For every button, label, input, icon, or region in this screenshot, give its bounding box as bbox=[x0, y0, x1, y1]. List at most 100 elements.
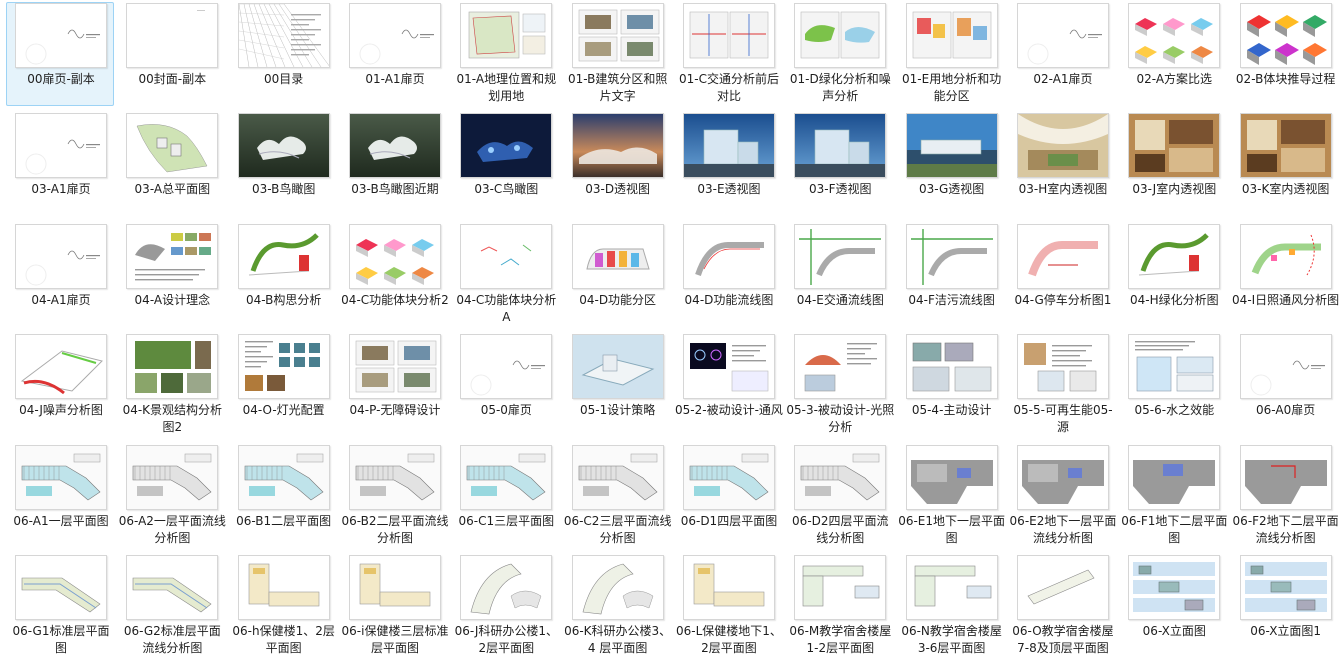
file-name[interactable]: 06-h保健楼1、2层平面图 bbox=[230, 623, 338, 657]
file-item[interactable]: 03-D透视图 bbox=[563, 112, 671, 216]
file-item[interactable]: 01-D绿化分析和噪声分析 bbox=[785, 2, 893, 106]
file-item[interactable]: 06-X立面图 bbox=[1119, 554, 1227, 658]
file-item[interactable]: 06-G2标准层平面流线分析图 bbox=[117, 554, 225, 658]
file-name[interactable]: 06-N教学宿舍楼屋3-6层平面图 bbox=[898, 623, 1006, 657]
file-thumbnail[interactable] bbox=[237, 113, 330, 179]
file-thumbnail[interactable] bbox=[1016, 334, 1109, 400]
file-name[interactable]: 02-A1扉页 bbox=[1009, 71, 1117, 88]
file-item[interactable]: 03-H室内透视图 bbox=[1008, 112, 1116, 216]
file-item[interactable]: 06-L保健楼地下1、2层平面图 bbox=[674, 554, 782, 658]
file-item[interactable]: 01-A1扉页 bbox=[340, 2, 448, 106]
file-item[interactable]: 04-F洁污流线图 bbox=[897, 223, 1005, 327]
file-thumbnail[interactable] bbox=[682, 334, 775, 400]
file-name[interactable]: 06-D1四层平面图 bbox=[675, 513, 783, 530]
file-name[interactable]: 05-5-可再生能05-源 bbox=[1009, 402, 1117, 436]
file-thumbnail[interactable] bbox=[15, 113, 107, 179]
file-name[interactable]: 04-I日照通风分析图 bbox=[1232, 292, 1340, 309]
file-name[interactable]: 06-E2地下一层平面流线分析图 bbox=[1009, 513, 1117, 547]
file-name[interactable]: 04-A1扉页 bbox=[7, 292, 115, 309]
file-thumbnail[interactable] bbox=[1128, 334, 1221, 400]
file-item[interactable]: 04-H绿化分析图 bbox=[1119, 223, 1227, 327]
file-item[interactable]: 06-N教学宿舍楼屋3-6层平面图 bbox=[897, 554, 1005, 658]
file-thumbnail[interactable] bbox=[15, 223, 107, 289]
file-item[interactable]: 05-4-主动设计 bbox=[897, 333, 1005, 437]
file-name[interactable]: 03-F透视图 bbox=[786, 181, 894, 198]
file-name[interactable]: 04-A设计理念 bbox=[118, 292, 226, 309]
file-name[interactable]: 06-X立面图1 bbox=[1232, 623, 1340, 640]
file-item[interactable]: 01-E用地分析和功能分区 bbox=[897, 2, 1005, 106]
file-thumbnail[interactable] bbox=[1016, 3, 1109, 68]
file-item[interactable]: 06-A2一层平面流线分析图 bbox=[117, 444, 226, 548]
file-thumbnail[interactable] bbox=[460, 113, 553, 179]
file-thumbnail[interactable] bbox=[794, 444, 887, 510]
file-name[interactable]: 03-A1扉页 bbox=[7, 181, 115, 198]
file-item[interactable]: 04-O-灯光配置 bbox=[229, 333, 337, 437]
file-item[interactable]: 05-0扉页 bbox=[451, 333, 559, 437]
file-item[interactable]: 05-5-可再生能05-源 bbox=[1008, 333, 1116, 437]
file-thumbnail[interactable] bbox=[1128, 113, 1221, 179]
file-thumbnail[interactable] bbox=[126, 444, 219, 510]
file-item[interactable]: 06-M教学宿舍楼屋1-2层平面图 bbox=[785, 554, 893, 658]
file-name[interactable]: 05-3-被动设计-光照分析 bbox=[786, 402, 894, 436]
file-name[interactable]: 06-D2四层平面流线分析图 bbox=[786, 513, 894, 547]
file-thumbnail[interactable] bbox=[460, 555, 553, 620]
file-thumbnail[interactable] bbox=[794, 334, 887, 400]
file-name[interactable]: 06-O教学宿舍楼屋7-8及顶层平面图 bbox=[1009, 623, 1117, 657]
file-thumbnail[interactable] bbox=[571, 3, 664, 68]
file-name[interactable]: 06-A2一层平面流线分析图 bbox=[118, 513, 226, 547]
file-thumbnail[interactable] bbox=[460, 3, 553, 68]
file-thumbnail[interactable] bbox=[348, 444, 441, 510]
file-item[interactable]: 02-B体块推导过程 bbox=[1231, 2, 1339, 106]
file-name[interactable]: 02-A方案比选 bbox=[1120, 71, 1228, 88]
file-thumbnail[interactable] bbox=[1128, 555, 1221, 620]
file-name[interactable]: 03-E透视图 bbox=[675, 181, 783, 198]
file-name[interactable]: 06-C1三层平面图 bbox=[452, 513, 560, 530]
file-item[interactable]: 04-D功能分区 bbox=[563, 223, 671, 327]
file-thumbnail[interactable] bbox=[237, 555, 330, 620]
file-name[interactable]: 05-4-主动设计 bbox=[898, 402, 1006, 419]
file-item[interactable]: 01-A地理位置和规划用地 bbox=[451, 2, 559, 106]
file-name[interactable]: 04-P-无障碍设计 bbox=[341, 402, 449, 419]
file-name[interactable]: 06-A0扉页 bbox=[1232, 402, 1340, 419]
file-item[interactable]: 06-h保健楼1、2层平面图 bbox=[229, 554, 337, 658]
file-item[interactable]: 05-6-水之效能 bbox=[1119, 333, 1227, 437]
file-thumbnail[interactable] bbox=[1016, 223, 1109, 289]
file-thumbnail[interactable] bbox=[15, 3, 107, 68]
file-name[interactable]: 06-M教学宿舍楼屋1-2层平面图 bbox=[786, 623, 894, 657]
file-item[interactable]: 04-K景观结构分析图2 bbox=[117, 333, 225, 437]
file-item[interactable]: 04-B构思分析 bbox=[229, 223, 337, 327]
file-item[interactable]: 06-D1四层平面图 bbox=[674, 444, 782, 548]
file-item[interactable]: 06-G1标准层平面图 bbox=[6, 554, 114, 658]
file-name[interactable]: 01-C交通分析前后对比 bbox=[675, 71, 783, 105]
file-name[interactable]: 03-G透视图 bbox=[898, 181, 1006, 198]
file-item[interactable]: 06-B1二层平面图 bbox=[229, 444, 337, 548]
file-item[interactable]: 04-P-无障碍设计 bbox=[340, 333, 448, 437]
file-thumbnail[interactable] bbox=[1128, 444, 1221, 510]
file-thumbnail[interactable] bbox=[571, 444, 664, 510]
file-name[interactable]: 06-G1标准层平面图 bbox=[7, 623, 115, 657]
file-thumbnail[interactable] bbox=[1128, 3, 1221, 68]
file-thumbnail[interactable] bbox=[1239, 444, 1332, 510]
file-name[interactable]: 01-A地理位置和规划用地 bbox=[452, 71, 560, 105]
file-name[interactable]: 03-B鸟瞰图 bbox=[230, 181, 338, 198]
file-name[interactable]: 06-B2二层平面流线分析图 bbox=[341, 513, 449, 547]
file-item[interactable]: 06-K科研办公楼3、4 层平面图 bbox=[563, 554, 671, 658]
file-thumbnail[interactable] bbox=[1239, 334, 1332, 400]
file-name[interactable]: 04-F洁污流线图 bbox=[898, 292, 1006, 309]
file-item[interactable]: 00扉页-副本 bbox=[6, 2, 114, 106]
file-name[interactable]: 06-A1一层平面图 bbox=[7, 513, 115, 530]
file-thumbnail[interactable] bbox=[1016, 444, 1109, 510]
file-thumbnail[interactable] bbox=[905, 555, 998, 620]
file-item[interactable]: 06-C2三层平面流线分析图 bbox=[563, 444, 671, 548]
file-thumbnail[interactable] bbox=[237, 334, 330, 400]
file-item[interactable]: 06-A1一层平面图 bbox=[6, 444, 114, 548]
file-item[interactable]: 01-C交通分析前后对比 bbox=[674, 2, 782, 106]
file-thumbnail[interactable] bbox=[126, 3, 219, 68]
file-item[interactable]: 04-C功能体块分析2 bbox=[340, 223, 449, 327]
file-item[interactable]: 04-I日照通风分析图 bbox=[1231, 223, 1339, 327]
file-name[interactable]: 04-D功能分区 bbox=[564, 292, 672, 309]
file-name[interactable]: 05-0扉页 bbox=[452, 402, 560, 419]
file-name[interactable]: 06-C2三层平面流线分析图 bbox=[564, 513, 672, 547]
file-item[interactable]: 04-A1扉页 bbox=[6, 223, 114, 327]
file-thumbnail[interactable] bbox=[460, 444, 553, 510]
